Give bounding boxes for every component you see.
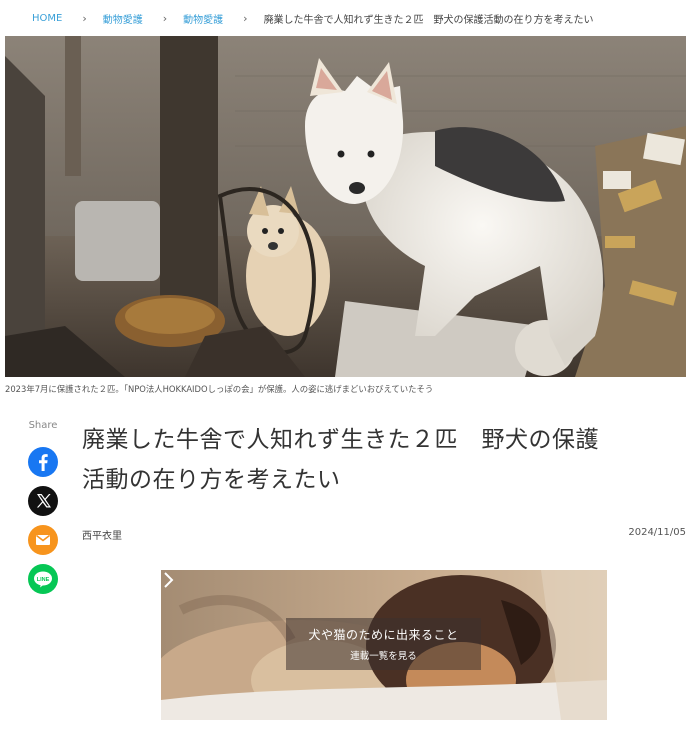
breadcrumb: HOME › 動物愛護 › 動物愛護 › 廃業した牛舎で人知れず生きた２匹 野犬… xyxy=(32,10,594,26)
banner-subtitle-link[interactable]: 連載一覧を見る xyxy=(286,648,481,662)
share-label: Share xyxy=(28,420,58,431)
svg-text:LINE: LINE xyxy=(37,577,50,583)
article-title-line2: 活動の在り方を考えたい xyxy=(82,467,341,493)
hero-caption: 2023年7月に保護された２匹。「NPO法人HOKKAIDOしっぽの会」が保護。… xyxy=(5,384,434,394)
line-share-button[interactable]: LINE xyxy=(28,564,58,594)
breadcrumb-category-link[interactable]: 動物愛護 xyxy=(103,11,143,26)
breadcrumb-home-link[interactable]: HOME xyxy=(32,13,62,24)
banner-title: 犬や猫のために出来ること xyxy=(308,628,459,642)
breadcrumb-current: 廃業した牛舎で人知れず生きた２匹 野犬の保護活動の在り方を考えたい xyxy=(263,14,594,26)
breadcrumb-subcategory-link[interactable]: 動物愛護 xyxy=(183,11,223,26)
facebook-icon xyxy=(39,454,48,471)
mail-icon xyxy=(36,534,50,545)
article-date: 2024/11/05 xyxy=(628,527,686,538)
hero-photo-illustration xyxy=(5,36,686,377)
series-banner[interactable]: 犬や猫のために出来ること 連載一覧を見る xyxy=(161,570,607,720)
x-icon xyxy=(36,494,51,508)
chevron-right-icon: › xyxy=(82,11,87,25)
article-title: 廃業した牛舎で人知れず生きた２匹 野犬の保護 活動の在り方を考えたい xyxy=(82,420,682,500)
chevron-right-icon: › xyxy=(162,11,168,25)
article-title-line1: 廃業した牛舎で人知れず生きた２匹 野犬の保護 xyxy=(82,427,599,453)
facebook-share-button[interactable] xyxy=(28,447,58,477)
hero-photo xyxy=(5,36,686,377)
article-author[interactable]: 西平衣里 xyxy=(82,527,122,542)
mail-share-button[interactable] xyxy=(28,525,58,555)
line-icon: LINE xyxy=(34,571,52,588)
banner-label-box: 犬や猫のために出来ること 連載一覧を見る xyxy=(286,618,481,670)
chevron-right-icon[interactable] xyxy=(161,570,175,590)
x-share-button[interactable] xyxy=(28,486,58,516)
chevron-right-icon: › xyxy=(243,11,248,25)
